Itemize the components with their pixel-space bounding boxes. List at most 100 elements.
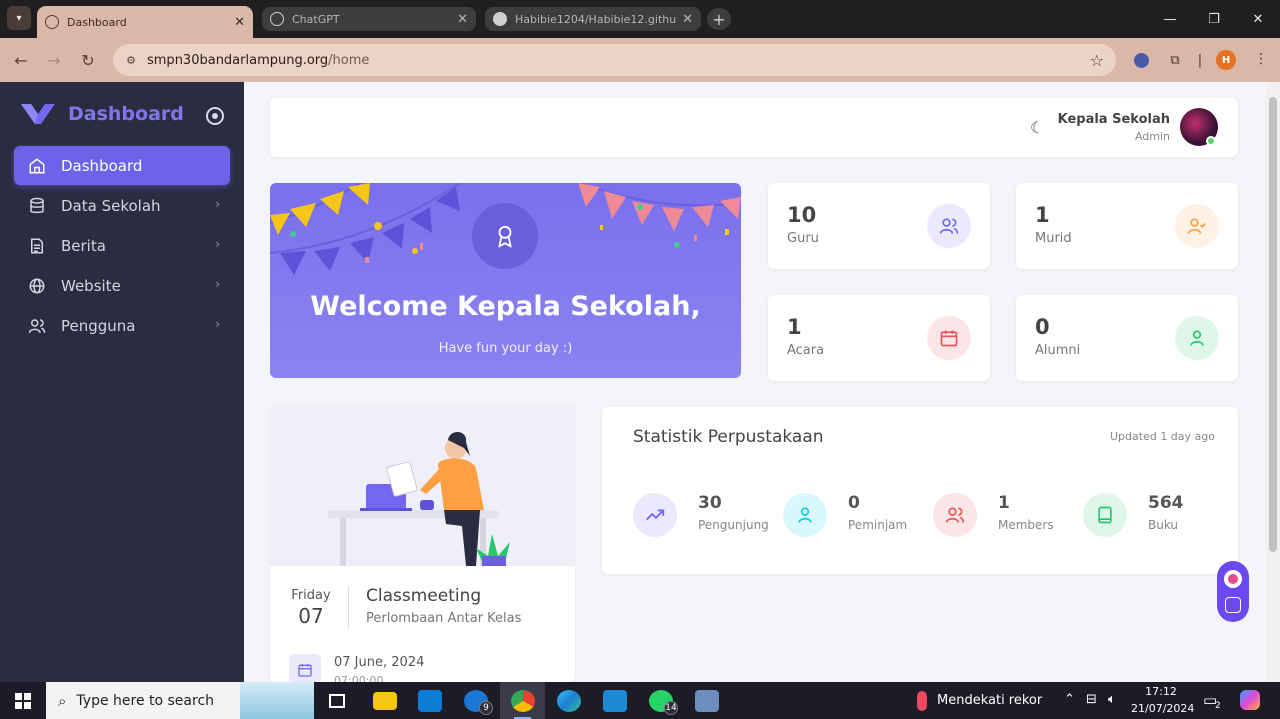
brand-logo-icon [21, 104, 55, 124]
tab-dashboard[interactable]: Dashboard ✕ [37, 6, 253, 38]
thermometer-icon [917, 690, 927, 711]
forward-icon[interactable]: → [42, 48, 66, 72]
assistant-orb-icon[interactable] [1224, 569, 1242, 588]
globe-favicon-icon [45, 15, 59, 29]
scrollbar-thumb[interactable] [1269, 97, 1277, 552]
book-icon [1083, 493, 1127, 537]
tab-title: Habibie1204/Habibie12.github. [515, 12, 677, 26]
sidebar-item-pengguna[interactable]: Pengguna › [14, 306, 230, 345]
edge-icon[interactable] [546, 682, 591, 719]
sidebar-item-dashboard[interactable]: Dashboard [14, 146, 230, 185]
page-scrollbar[interactable] [1266, 82, 1280, 682]
tab-github[interactable]: Habibie1204/Habibie12.github. ✕ [485, 7, 701, 31]
clock-time[interactable]: 17:12 [1136, 685, 1186, 698]
weather-text: Mendekati rekor [937, 693, 1043, 708]
brand-name: Dashboard [68, 103, 184, 125]
remote-desktop-icon[interactable] [684, 682, 729, 719]
new-tab-button[interactable]: + [707, 8, 731, 30]
lib-stat-value: 1 [998, 493, 1010, 513]
site-info-icon[interactable]: ⚙ [123, 52, 139, 68]
stat-label: Acara [787, 343, 825, 358]
stat-value: 1 [787, 315, 802, 339]
library-stats-updated: Updated 1 day ago [1110, 430, 1215, 443]
volume-icon[interactable]: 🔈︎ [1108, 692, 1116, 707]
moon-icon[interactable]: ☾ [1030, 118, 1044, 137]
sidebar-toggle-icon[interactable] [206, 107, 224, 125]
floating-assistant-widget[interactable] [1217, 561, 1249, 622]
windows-start-icon[interactable] [0, 682, 46, 719]
welcome-subtitle: Have fun your day :) [438, 341, 573, 356]
stat-card-guru: 10 Guru [768, 183, 990, 269]
microsoft-store-icon[interactable] [407, 682, 452, 719]
close-tab-icon[interactable]: ✕ [682, 12, 693, 27]
sidebar-item-label: Dashboard [61, 156, 143, 175]
bookmark-star-icon[interactable]: ☆ [1090, 51, 1104, 70]
close-window-icon[interactable]: ✕ [1236, 0, 1280, 38]
network-icon[interactable]: ⊟ [1086, 692, 1097, 707]
clock-date[interactable]: 21/07/2024 [1131, 702, 1194, 715]
chrome-icon[interactable] [500, 682, 545, 719]
github-favicon-icon [493, 12, 507, 26]
extension-icon[interactable] [1131, 50, 1151, 70]
file-explorer-icon[interactable] [362, 682, 407, 719]
sidebar-item-website[interactable]: Website › [14, 266, 230, 305]
tab-chatgpt[interactable]: ChatGPT ✕ [262, 7, 476, 31]
whatsapp-badge: 14 [664, 701, 678, 715]
stat-value: 0 [1035, 315, 1050, 339]
mail-icon[interactable]: 9 [453, 682, 498, 719]
vscode-icon[interactable] [592, 682, 637, 719]
chevron-up-icon[interactable]: ⌃ [1064, 692, 1075, 707]
url-path: /home [328, 52, 370, 68]
minimize-icon[interactable]: — [1148, 0, 1192, 38]
home-icon [27, 156, 47, 176]
stat-label: Murid [1035, 231, 1072, 246]
back-icon[interactable]: ← [9, 48, 33, 72]
extensions-puzzle-icon[interactable]: ⧉ [1165, 50, 1185, 70]
top-navbar: ☾ Kepala Sekolah Admin [270, 98, 1238, 157]
search-placeholder: Type here to search [76, 692, 215, 709]
online-status-dot [1206, 136, 1216, 146]
profile-avatar[interactable]: H [1216, 50, 1236, 70]
library-stats-title: Statistik Perpustakaan [633, 427, 824, 447]
calendar-icon [927, 316, 971, 360]
taskbar-search-input[interactable]: ⌕ Type here to search [46, 682, 314, 719]
sidebar-item-label: Website [61, 276, 121, 295]
event-title: Classmeeting [366, 586, 482, 606]
lib-stat-value: 30 [698, 493, 722, 513]
chatgpt-favicon-icon [270, 12, 284, 26]
whatsapp-icon[interactable]: 14 [638, 682, 683, 719]
chevron-right-icon: › [215, 277, 220, 291]
database-icon [27, 196, 47, 216]
task-view-icon[interactable] [314, 682, 359, 719]
stat-card-alumni: 0 Alumni [1016, 295, 1238, 381]
sidebar-item-berita[interactable]: Berita › [14, 226, 230, 265]
analytics-icon[interactable] [1225, 597, 1241, 614]
stat-value: 10 [787, 203, 817, 227]
library-stats-card: Statistik Perpustakaan Updated 1 day ago… [602, 407, 1238, 574]
globe-icon [27, 276, 47, 296]
url-host: smpn30bandarlampung.org [147, 52, 329, 68]
sidebar-item-data-sekolah[interactable]: Data Sekolah › [14, 186, 230, 225]
address-bar[interactable]: ⚙ smpn30bandarlampung.org/home ☆ [113, 44, 1116, 76]
stat-label: Alumni [1035, 343, 1081, 358]
lib-stat-value: 0 [848, 493, 860, 513]
event-date: 07 June, 2024 [334, 655, 425, 670]
lib-stat-label: Pengunjung [698, 518, 769, 532]
lib-stat-label: Members [998, 518, 1054, 532]
brand[interactable]: Dashboard [21, 102, 184, 126]
reload-icon[interactable]: ↻ [76, 48, 100, 72]
event-day-number: 07 [298, 604, 324, 628]
restore-icon[interactable]: ❐ [1192, 0, 1236, 38]
lib-stat-label: Peminjam [848, 518, 908, 532]
copilot-icon[interactable] [1240, 690, 1260, 710]
sidebar: Dashboard Dashboard Data Sekolah › Berit… [0, 82, 244, 682]
tab-search-button[interactable]: ▾ [7, 6, 31, 30]
close-tab-icon[interactable]: ✕ [457, 12, 468, 27]
windows-taskbar: ⌕ Type here to search 9 14 Mendekati rek… [0, 682, 1280, 719]
close-tab-icon[interactable]: ✕ [234, 15, 245, 30]
weather-widget[interactable]: Mendekati rekor [917, 682, 1042, 719]
award-badge-icon [472, 203, 538, 269]
event-description: Perlombaan Antar Kelas [366, 611, 522, 626]
chrome-menu-icon[interactable]: ⋮ [1254, 51, 1268, 67]
sidebar-item-label: Data Sekolah [61, 196, 161, 215]
